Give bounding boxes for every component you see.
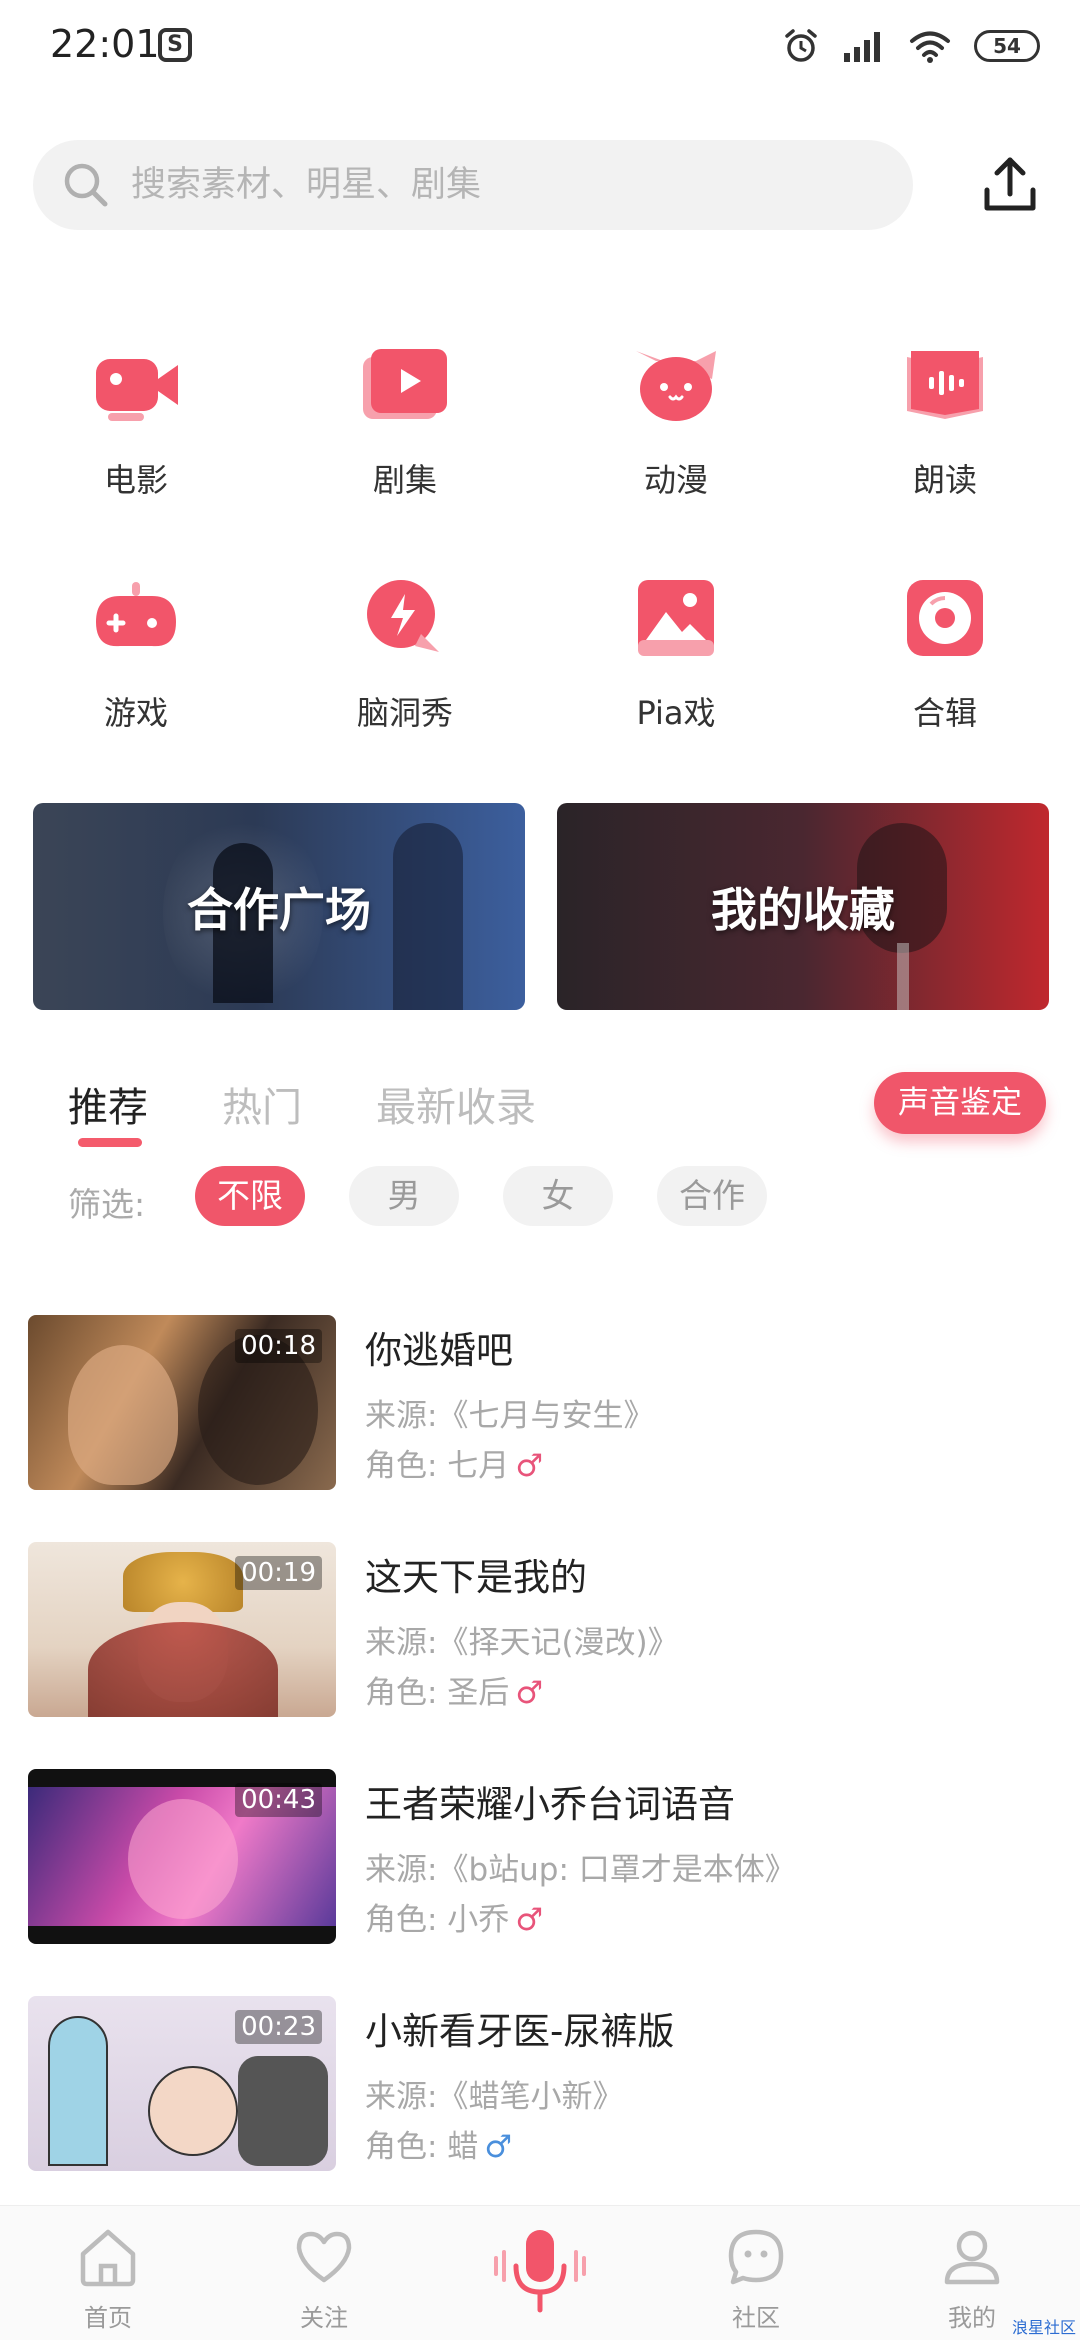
item-role-text: 角色: 圣后 [365,1675,510,1711]
status-time: 22:01 [50,22,160,66]
lightning-bubble-icon [367,580,439,652]
my-favorites-banner[interactable]: 我的收藏 [557,803,1049,1010]
item-role: 角色: 圣后 ♂ [365,1667,543,1712]
item-role-text: 角色: 蜡 [365,2129,479,2165]
filter-chip-male[interactable]: 男 [349,1166,459,1226]
audio-book-icon [907,351,983,419]
filter-label: 筛选: [68,1185,146,1224]
cooperation-square-banner[interactable]: 合作广场 [33,803,525,1010]
banner-title: 合作广场 [187,882,371,937]
video-duration: 00:43 [235,1783,322,1817]
item-source: 来源:《择天记(漫改)》 [365,1625,679,1661]
category-label: 脑洞秀 [356,694,453,732]
cat-face-icon [636,351,716,421]
list-item[interactable]: 00:23 小新看牙医-尿裤版 来源:《蜡笔小新》 角色: 蜡 ♂ [28,1996,1058,2171]
banner-title: 我的收藏 [711,882,895,937]
watermark: 浪星社区 [1011,2318,1076,2337]
profile-icon [944,2230,1000,2285]
item-title: 这天下是我的 [365,1556,587,1599]
filter-chip-any[interactable]: 不限 [195,1166,305,1226]
video-thumbnail[interactable]: 00:43 [28,1769,336,1944]
search-icon [64,163,108,207]
category-series[interactable]: 剧集 [305,335,505,501]
tab-hot[interactable]: 热门 [222,1075,302,1133]
nav-label: 社区 [732,2304,780,2332]
video-duration: 00:19 [235,1556,322,1590]
nav-home[interactable]: 首页 [43,2224,173,2333]
list-item[interactable]: 00:19 这天下是我的 来源:《择天记(漫改)》 角色: 圣后 ♂ [28,1542,1058,1717]
category-pia[interactable]: Pia戏 [576,568,776,734]
tab-recommend[interactable]: 推荐 [68,1075,148,1133]
battery-indicator: 54 [974,30,1040,62]
play-episode-icon [363,349,447,419]
item-title: 小新看牙医-尿裤版 [365,2010,675,2053]
item-role: 角色: 蜡 ♂ [365,2121,512,2166]
search-input[interactable] [131,140,891,230]
picture-icon [638,580,714,656]
item-source: 来源:《蜡笔小新》 [365,2079,624,2115]
bottom-navigation: 首页 关注 社区 我的 浪星社区 [0,2205,1080,2340]
home-icon [80,2229,136,2287]
category-collection[interactable]: 合辑 [845,568,1045,734]
microphone-icon [494,2230,586,2313]
tab-latest[interactable]: 最新收录 [376,1075,536,1133]
alarm-icon [785,29,817,62]
item-title: 王者荣耀小乔台词语音 [365,1783,735,1826]
filter-chip-female[interactable]: 女 [503,1166,613,1226]
list-item[interactable]: 00:18 你逃婚吧 来源:《七月与安生》 角色: 七月 ♂ [28,1315,1058,1490]
category-game[interactable]: 游戏 [36,568,236,734]
gender-icon: ♂ [515,1902,544,1938]
category-label: 动漫 [643,461,708,499]
active-tab-indicator [78,1138,142,1147]
video-thumbnail[interactable]: 00:18 [28,1315,336,1490]
category-movie[interactable]: 电影 [36,335,236,501]
gender-icon: ♂ [515,1448,544,1484]
nav-label: 首页 [84,2304,132,2332]
video-thumbnail[interactable]: 00:23 [28,1996,336,2171]
item-role-text: 角色: 小乔 [365,1902,510,1938]
list-item[interactable]: 00:43 王者荣耀小乔台词语音 来源:《b站up: 口罩才是本体》 角色: 小… [28,1769,1058,1944]
voice-appraisal-button[interactable]: 声音鉴定 [874,1072,1046,1134]
nav-community[interactable]: 社区 [691,2224,821,2333]
category-reading[interactable]: 朗读 [845,335,1045,501]
heart-icon [296,2231,352,2283]
category-label: 合辑 [912,694,977,732]
category-brainhole[interactable]: 脑洞秀 [305,568,505,734]
app-notification-icon: S [158,28,192,62]
item-source: 来源:《七月与安生》 [365,1398,655,1434]
nav-follow[interactable]: 关注 [259,2224,389,2333]
gamepad-icon [96,582,176,647]
item-role-text: 角色: 七月 [365,1448,510,1484]
category-label: 朗读 [912,461,977,499]
video-thumbnail[interactable]: 00:19 [28,1542,336,1717]
item-role: 角色: 七月 ♂ [365,1440,543,1485]
category-label: 游戏 [103,694,168,732]
upload-icon[interactable] [975,150,1045,220]
category-label: Pia戏 [636,694,716,732]
video-duration: 00:18 [235,1329,322,1363]
status-bar: 22:01 S 54 [0,0,1080,90]
nav-record[interactable] [475,2224,605,2324]
gender-icon: ♂ [515,1675,544,1711]
signal-icon [844,32,880,62]
disc-icon [907,580,983,656]
wifi-icon [910,31,950,63]
item-role: 角色: 小乔 ♂ [365,1894,543,1939]
category-label: 电影 [103,461,168,499]
search-bar[interactable] [33,140,913,230]
chat-bubble-icon [728,2229,784,2285]
movie-camera-icon [96,359,178,421]
category-label: 剧集 [372,461,437,499]
filter-chip-cooperation[interactable]: 合作 [657,1166,767,1226]
nav-label: 关注 [300,2304,348,2332]
status-icons: 54 [782,24,1040,68]
category-anime[interactable]: 动漫 [576,335,776,501]
item-title: 你逃婚吧 [365,1329,513,1372]
video-duration: 00:23 [235,2010,322,2044]
item-source: 来源:《b站up: 口罩才是本体》 [365,1852,796,1888]
gender-icon: ♂ [484,2129,513,2165]
